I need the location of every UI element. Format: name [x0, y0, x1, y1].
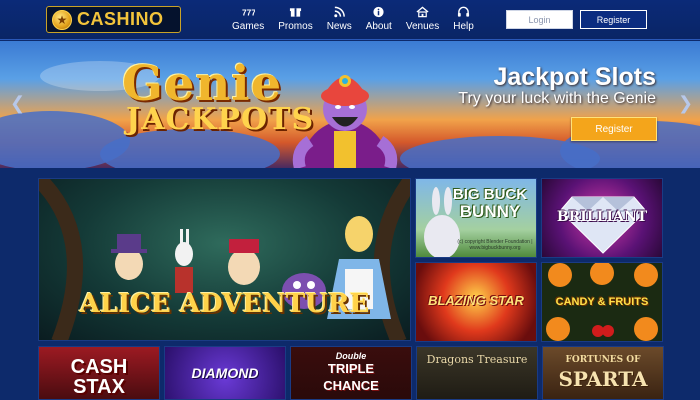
chevron-left-icon[interactable]: ❮: [10, 93, 25, 114]
game-tile-blazing-star[interactable]: BLAZING STAR: [415, 262, 537, 342]
brand-logo[interactable]: ★ CASHINO: [46, 6, 181, 33]
game-title: BLAZING STAR: [428, 293, 524, 308]
genie-character-image: [292, 75, 398, 168]
game-tile-double-triple-chance[interactable]: Double TRIPLE CHANCE: [290, 346, 412, 400]
nav-about[interactable]: About: [366, 6, 392, 36]
game-tile-fortunes-of-sparta[interactable]: FORTUNES OF SPARTA: [542, 346, 664, 400]
game-tile-alice-adventure[interactable]: ALICE ADVENTURE: [38, 178, 411, 341]
game-title-line2: SPARTA: [558, 367, 648, 391]
game-title-line2: STAX: [73, 376, 125, 398]
nav-games-label: Games: [232, 21, 265, 32]
game-tile-dragons-treasure[interactable]: Dragons Treasure: [416, 346, 538, 400]
site-header: ★ CASHINO 777 Games Promos News About Ve…: [0, 0, 700, 40]
game-title: BRILLIANT: [556, 209, 648, 225]
chevron-right-icon[interactable]: ❯: [678, 93, 693, 114]
banner-subtitle: Try your luck with the Genie: [458, 90, 656, 107]
svg-text:777: 777: [242, 8, 255, 18]
nav-about-label: About: [365, 21, 392, 32]
brand-name: CASHINO: [77, 9, 164, 29]
nav-promos-label: Promos: [278, 21, 313, 32]
nav-news[interactable]: News: [327, 6, 352, 36]
game-tile-cash-stax[interactable]: CASH STAX: [38, 346, 160, 400]
nav-promos[interactable]: Promos: [278, 6, 313, 36]
game-tile-candy-fruits[interactable]: CANDY & FRUITS: [541, 262, 663, 342]
game-title-line1: CASH: [70, 356, 128, 378]
register-button[interactable]: Register: [580, 10, 647, 29]
game-tile-brilliant[interactable]: BRILLIANT: [541, 178, 663, 258]
nav-games[interactable]: 777 Games: [232, 6, 264, 36]
game-title-line1: BIG BUCK: [452, 186, 528, 203]
banner-title: Jackpot Slots: [493, 63, 656, 91]
slot-777-icon: 777: [241, 6, 255, 18]
game-title-line2: TRIPLE: [327, 361, 375, 376]
rss-icon: [332, 6, 346, 18]
game-title-line3: CHANCE: [323, 378, 379, 393]
game-title-line1: FORTUNES OF: [565, 355, 641, 365]
banner-register-button[interactable]: Register: [571, 117, 657, 141]
game-title-line2: BUNNY: [459, 202, 521, 221]
game-title: ALICE ADVENTURE: [79, 289, 370, 319]
game-tile-diamond[interactable]: DIAMOND: [164, 346, 286, 400]
game-credit: (c) copyright Blender Foundation | www.b…: [457, 239, 533, 251]
gift-icon: [288, 6, 302, 18]
casino-chip-icon: ★: [52, 9, 72, 30]
nav-venues[interactable]: Venues: [406, 6, 439, 36]
game-title: CANDY & FRUITS: [555, 296, 649, 308]
game-title: DIAMOND: [191, 365, 259, 381]
home-icon: [416, 6, 430, 18]
nav-help[interactable]: Help: [453, 6, 474, 36]
game-tile-big-buck-bunny[interactable]: BIG BUCK BUNNY (c) copyright Blender Fou…: [415, 178, 537, 258]
info-icon: [372, 6, 386, 18]
login-button[interactable]: Login: [506, 10, 573, 29]
game-title-line1: Double: [335, 351, 367, 361]
nav-help-label: Help: [453, 21, 474, 32]
headset-icon: [457, 6, 471, 18]
main-nav: 777 Games Promos News About Venues Help: [232, 6, 488, 36]
game-title: Dragons Treasure: [426, 353, 528, 366]
nav-venues-label: Venues: [405, 21, 440, 32]
nav-news-label: News: [326, 21, 352, 32]
